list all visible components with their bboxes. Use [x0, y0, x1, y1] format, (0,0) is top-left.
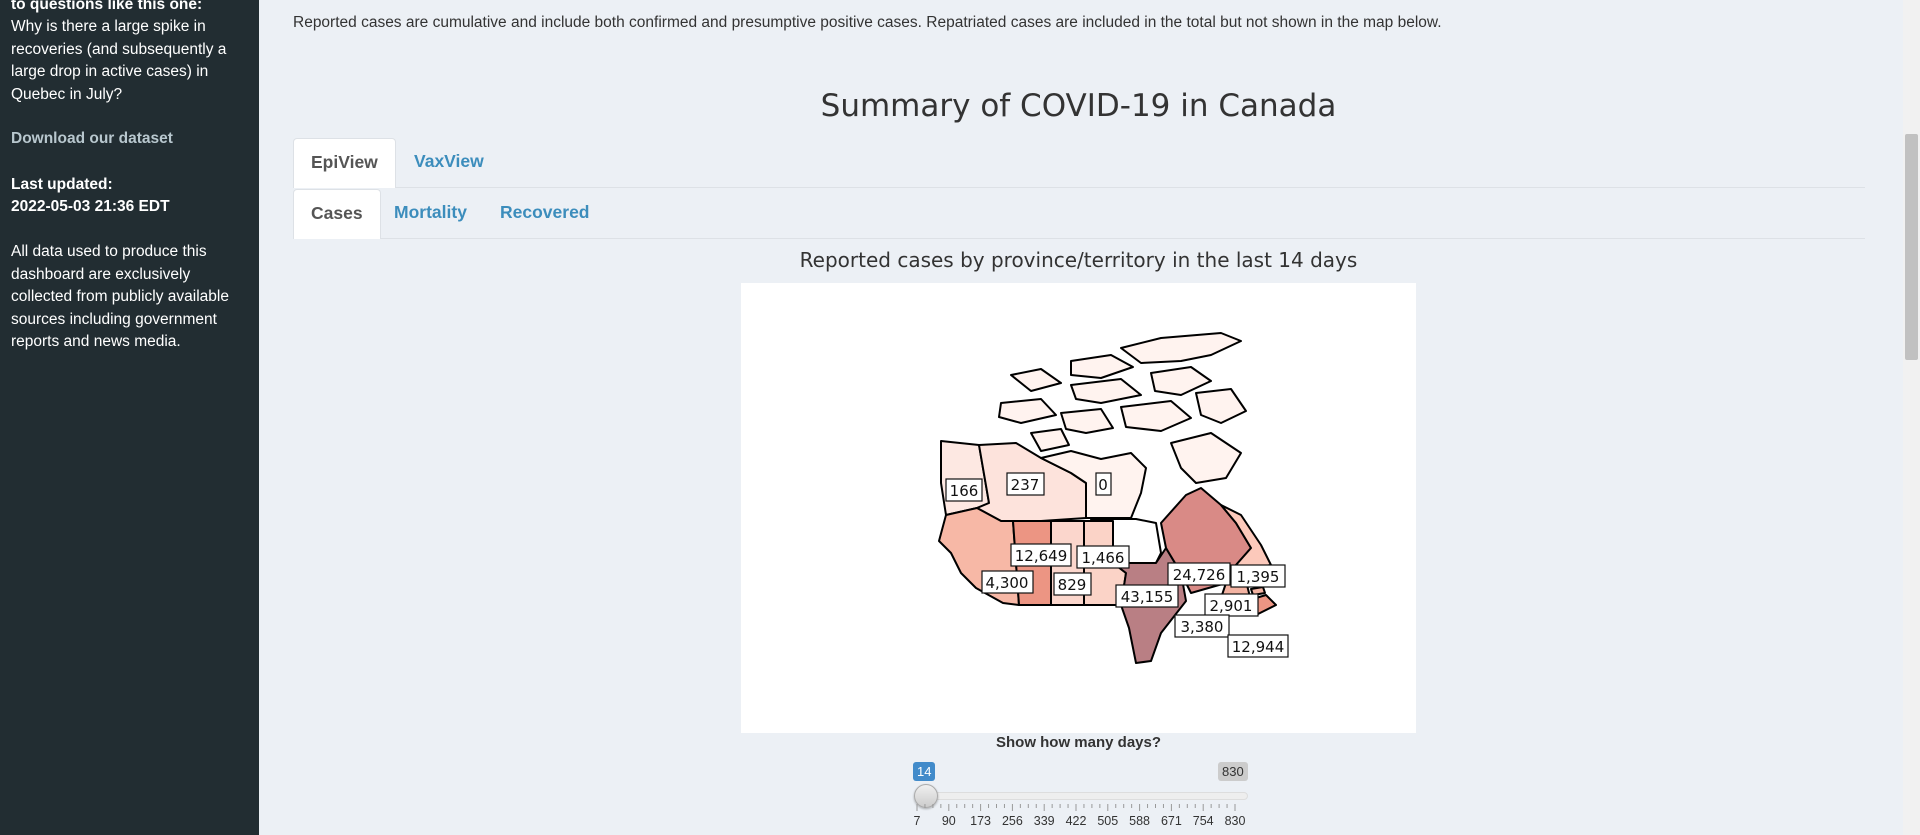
- canada-map[interactable]: 166 237 0 4,300 12,649 829 1,466 43,155 …: [741, 283, 1416, 733]
- tab-cases[interactable]: Cases: [293, 189, 381, 239]
- svg-text:4,300: 4,300: [986, 574, 1029, 592]
- scrollbar-thumb[interactable]: [1905, 134, 1918, 360]
- tab-recovered[interactable]: Recovered: [483, 189, 607, 238]
- arctic-island: [998, 398, 1057, 424]
- slider-ticks: 7 90 173 256 339 422 505 588 671 754 830: [914, 804, 1246, 828]
- arctic-island: [1070, 378, 1142, 404]
- slider-tick-label: 671: [1161, 814, 1182, 828]
- last-updated-value: 2022-05-03 21:36 EDT: [11, 198, 170, 215]
- svg-text:166: 166: [950, 482, 979, 500]
- last-updated-label: Last updated:: [11, 176, 113, 193]
- slider-tick-label: 173: [970, 814, 991, 828]
- svg-text:3,380: 3,380: [1181, 618, 1224, 636]
- svg-text:2,901: 2,901: [1210, 597, 1253, 615]
- canada-map-svg: 166 237 0 4,300 12,649 829 1,466 43,155 …: [938, 332, 1289, 664]
- svg-text:12,944: 12,944: [1232, 638, 1285, 656]
- map-label-ontario: 43,155: [1115, 584, 1179, 608]
- page-scrollbar[interactable]: [1903, 0, 1920, 835]
- slider-track[interactable]: [915, 792, 1248, 800]
- tab-mortality[interactable]: Mortality: [377, 189, 484, 238]
- arctic-island: [1150, 366, 1212, 396]
- download-dataset-link[interactable]: Download our dataset: [11, 128, 173, 151]
- arctic-island: [1060, 408, 1114, 434]
- arctic-island: [1195, 388, 1247, 424]
- page-title: Summary of COVID-19 in Canada: [820, 88, 1337, 124]
- arctic-island: [1170, 432, 1242, 484]
- arctic-island: [1070, 354, 1134, 379]
- main-tabbar: EpiView VaxView: [293, 138, 1865, 188]
- slider-max-bubble: 830: [1218, 762, 1248, 781]
- slider-tick-label: 505: [1097, 814, 1118, 828]
- svg-text:24,726: 24,726: [1173, 566, 1226, 584]
- sub-tabbar: Cases Mortality Recovered: [293, 189, 1865, 239]
- slider-value-bubble: 14: [913, 762, 936, 781]
- slider-tick-label: 339: [1034, 814, 1055, 828]
- cases-notice: Reported cases are cumulative and includ…: [293, 14, 1442, 31]
- map-label-nunavut: 0: [1095, 472, 1112, 496]
- slider-tick-label: 422: [1066, 814, 1087, 828]
- days-slider-label: Show how many days?: [995, 734, 1162, 751]
- slider-tick-label: 256: [1002, 814, 1023, 828]
- map-label-yukon: 166: [945, 478, 983, 502]
- arctic-island: [1120, 332, 1242, 364]
- map-title: Reported cases by province/territory in …: [799, 248, 1358, 272]
- svg-text:43,155: 43,155: [1121, 588, 1174, 606]
- days-slider[interactable]: 14 830 7 90 173 256 339 422 505 588 671 754 830: [905, 760, 1265, 830]
- slider-tick-label: 7: [914, 814, 921, 828]
- slider-tick-label: 90: [942, 814, 956, 828]
- map-label-nwt: 237: [1006, 472, 1045, 496]
- svg-text:1,395: 1,395: [1237, 568, 1280, 586]
- map-label-manitoba: 1,466: [1076, 545, 1130, 569]
- sidebar-heading-fragment: to questions like this one:: [11, 0, 203, 13]
- arctic-island: [1030, 428, 1070, 452]
- svg-text:237: 237: [1011, 476, 1040, 494]
- map-label-saskatchewan: 829: [1053, 572, 1092, 596]
- slider-tick-label: 830: [1225, 814, 1246, 828]
- tab-epiview[interactable]: EpiView: [293, 138, 396, 188]
- tab-vaxview[interactable]: VaxView: [397, 138, 501, 187]
- map-label-quebec: 24,726: [1167, 562, 1231, 586]
- svg-text:0: 0: [1098, 476, 1108, 494]
- map-label-bc: 4,300: [981, 570, 1034, 594]
- map-label-ns: 12,944: [1227, 634, 1289, 658]
- slider-tick-label: 588: [1129, 814, 1150, 828]
- arctic-island: [1010, 368, 1062, 392]
- slider-tick-label: 754: [1193, 814, 1214, 828]
- sidebar: to questions like this one: Why is there…: [0, 0, 259, 835]
- map-label-nb: 2,901: [1204, 593, 1259, 617]
- svg-text:1,466: 1,466: [1082, 549, 1125, 567]
- svg-text:12,649: 12,649: [1015, 547, 1068, 565]
- map-label-nl: 1,395: [1230, 564, 1286, 588]
- svg-text:829: 829: [1058, 576, 1087, 594]
- arctic-island: [1120, 400, 1192, 432]
- map-label-alberta: 12,649: [1010, 543, 1072, 567]
- map-label-pei: 3,380: [1174, 614, 1230, 638]
